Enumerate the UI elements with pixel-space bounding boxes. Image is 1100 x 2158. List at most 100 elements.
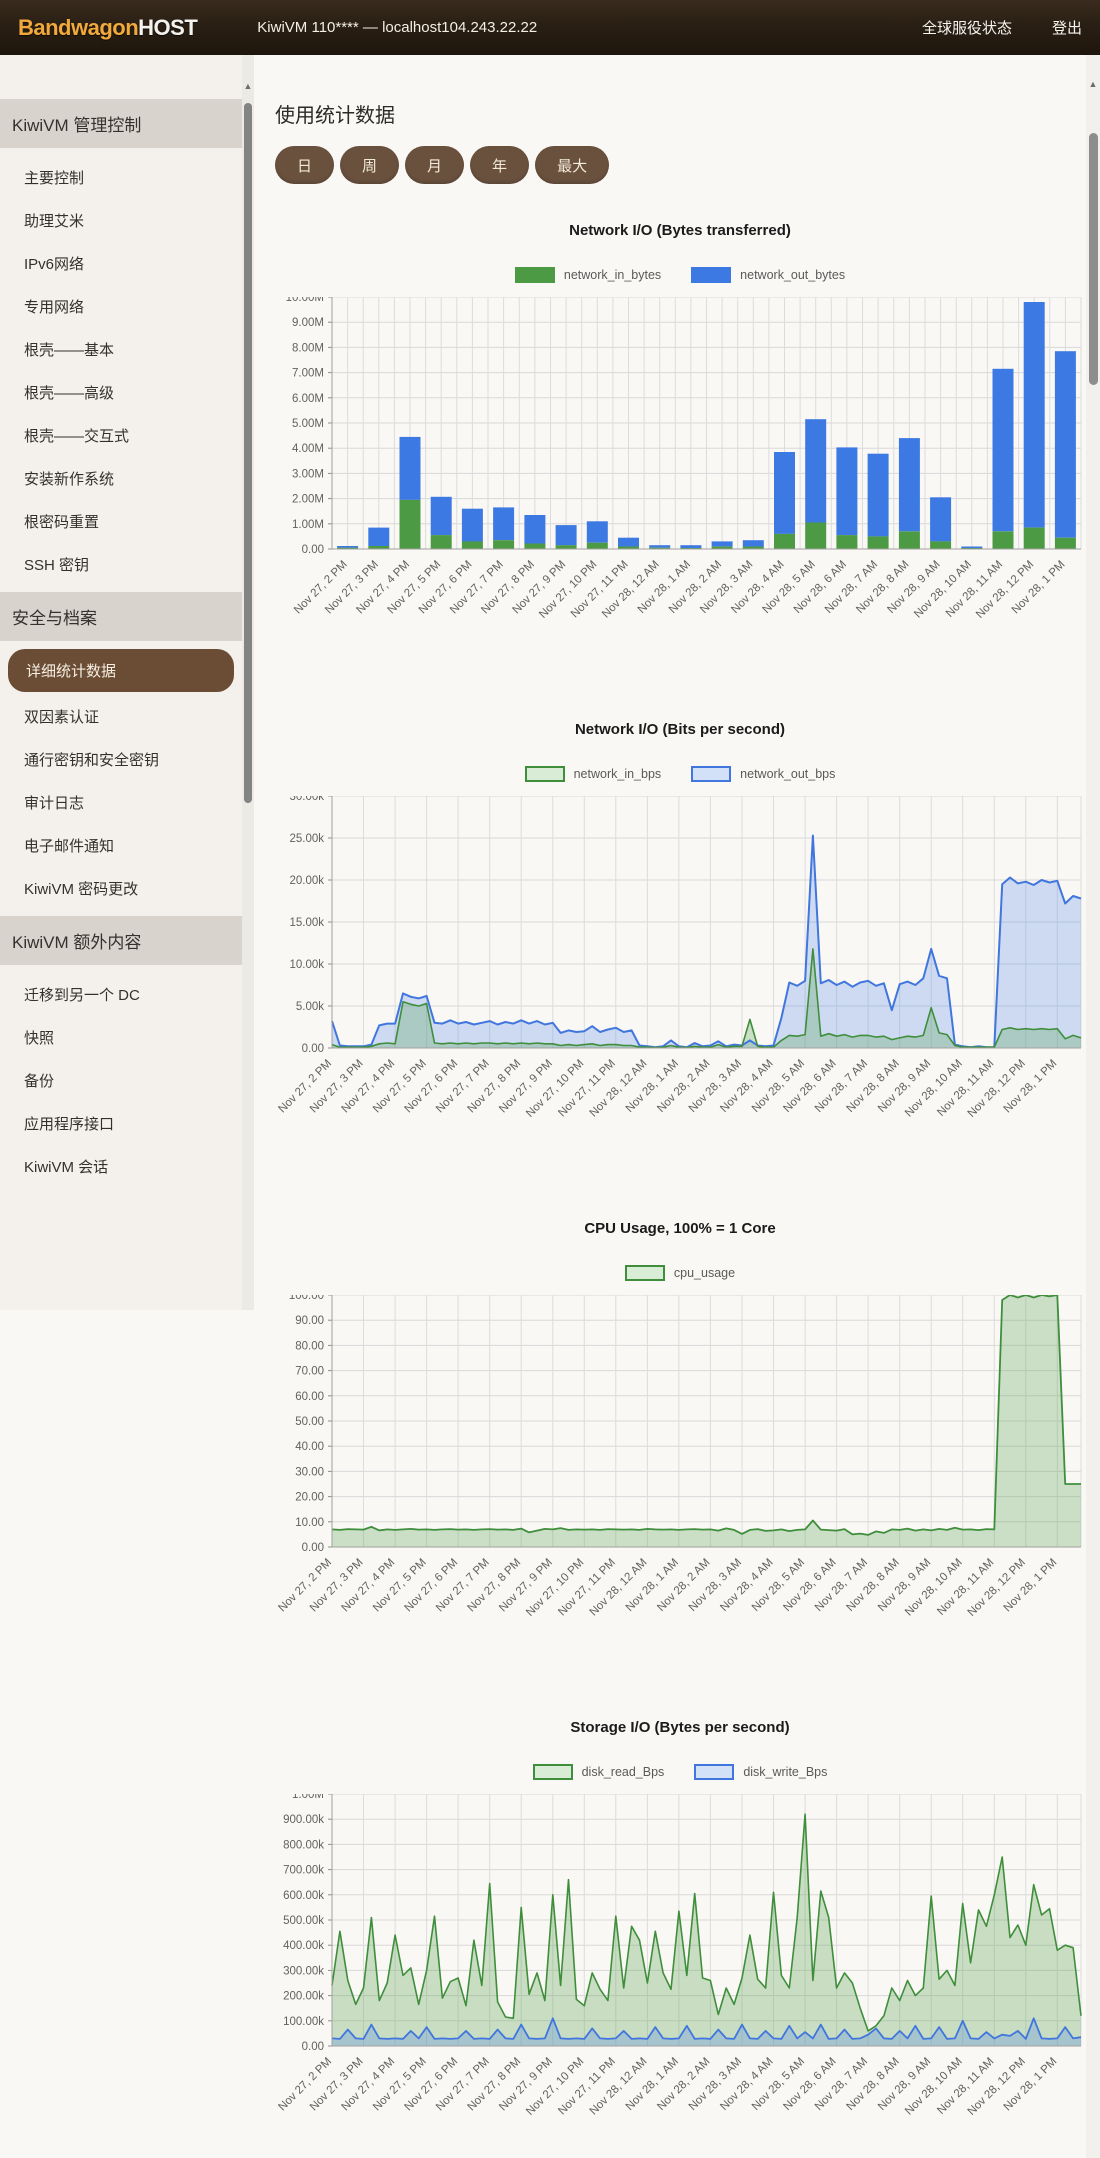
sidebar-item[interactable]: 专用网络 — [0, 285, 242, 328]
sidebar-item[interactable]: 通行密钥和安全密钥 — [0, 738, 242, 781]
svg-text:1.00M: 1.00M — [292, 519, 324, 531]
page-scrollbar-thumb[interactable] — [1089, 133, 1098, 385]
sidebar-item[interactable]: 迁移到另一个 DC — [0, 973, 242, 1016]
svg-text:Nov 27, 2 PM: Nov 27, 2 PM — [292, 559, 350, 617]
chart-plot: 1.00M900.00k800.00k700.00k600.00k500.00k… — [275, 1794, 1085, 2146]
chart-plot: 100.0090.0080.0070.0060.0050.0040.0030.0… — [275, 1295, 1085, 1647]
sidebar-item[interactable]: 根壳——高级 — [0, 371, 242, 414]
chart-net_bps: Network I/O (Bits per second)network_in_… — [275, 721, 1085, 1148]
svg-text:90.00: 90.00 — [295, 1315, 324, 1327]
sidebar-item[interactable]: 根密码重置 — [0, 500, 242, 543]
sidebar-item[interactable]: 电子邮件通知 — [0, 824, 242, 867]
sidebar-item[interactable]: 主要控制 — [0, 156, 242, 199]
svg-text:600.00k: 600.00k — [283, 1890, 324, 1902]
svg-text:100.00k: 100.00k — [283, 2016, 324, 2028]
range-button[interactable]: 日 — [275, 146, 334, 184]
sidebar-item[interactable]: 根壳——交互式 — [0, 414, 242, 457]
svg-text:25.00k: 25.00k — [289, 833, 324, 845]
sidebar-scroll-up-icon[interactable]: ▲ — [243, 81, 253, 91]
chart-cpu: CPU Usage, 100% = 1 Corecpu_usage100.009… — [275, 1220, 1085, 1647]
svg-text:6.00M: 6.00M — [292, 393, 324, 405]
svg-text:Nov 27, 2 PM: Nov 27, 2 PM — [276, 1058, 334, 1116]
sidebar-item-active[interactable]: 详细统计数据 — [8, 649, 234, 692]
header-links: 全球服役状态 登出 — [922, 17, 1082, 38]
legend-label: disk_write_Bps — [743, 1765, 827, 1779]
sidebar-nav: KiwiVM 管理控制主要控制助理艾米IPv6网络专用网络根壳——基本根壳——高… — [0, 55, 242, 1310]
svg-text:80.00: 80.00 — [295, 1340, 324, 1352]
legend-entry: disk_write_Bps — [694, 1764, 827, 1780]
sidebar-item[interactable]: 备份 — [0, 1059, 242, 1102]
svg-text:0.00: 0.00 — [302, 544, 324, 556]
page-scroll-up-icon[interactable]: ▲ — [1088, 79, 1098, 89]
legend-entry: cpu_usage — [625, 1265, 735, 1281]
legend-label: network_out_bytes — [740, 268, 845, 282]
legend-swatch-icon — [694, 1764, 734, 1780]
sidebar-item[interactable]: 应用程序接口 — [0, 1102, 242, 1145]
legend-swatch-icon — [625, 1265, 665, 1281]
page-scrollbar[interactable]: ▲ — [1086, 55, 1100, 2158]
sidebar-item[interactable]: 快照 — [0, 1016, 242, 1059]
svg-text:Nov 27, 11 PM: Nov 27, 11 PM — [556, 1557, 618, 1619]
svg-text:Nov 27, 11 PM: Nov 27, 11 PM — [556, 2056, 618, 2118]
legend-label: network_in_bytes — [564, 268, 661, 282]
svg-text:700.00k: 700.00k — [283, 1865, 324, 1877]
legend-entry: disk_read_Bps — [533, 1764, 665, 1780]
legend-entry: network_out_bps — [691, 766, 835, 782]
svg-text:1.00M: 1.00M — [292, 1794, 324, 1801]
chart-plot: 30.00k25.00k20.00k15.00k10.00k5.00k0.00N… — [275, 796, 1085, 1148]
chart-plot: 10.00M9.00M8.00M7.00M6.00M5.00M4.00M3.00… — [275, 297, 1085, 649]
sidebar-item[interactable]: 助理艾米 — [0, 199, 242, 242]
legend-label: network_out_bps — [740, 767, 835, 781]
chart-legend: network_in_bytes network_out_bytes — [275, 265, 1085, 285]
svg-text:15.00k: 15.00k — [289, 917, 324, 929]
legend-label: disk_read_Bps — [582, 1765, 665, 1779]
svg-text:900.00k: 900.00k — [283, 1814, 324, 1826]
sidebar-item[interactable]: 安装新作系统 — [0, 457, 242, 500]
chart-legend: network_in_bps network_out_bps — [275, 764, 1085, 784]
svg-text:0.00: 0.00 — [302, 1043, 324, 1055]
legend-swatch-icon — [515, 267, 555, 283]
range-button[interactable]: 月 — [405, 146, 464, 184]
sidebar-item[interactable]: SSH 密钥 — [0, 543, 242, 586]
legend-label: network_in_bps — [574, 767, 662, 781]
page-title: 使用统计数据 — [275, 99, 1085, 128]
svg-text:60.00: 60.00 — [295, 1391, 324, 1403]
range-button[interactable]: 周 — [340, 146, 399, 184]
svg-text:Nov 27, 11 PM: Nov 27, 11 PM — [556, 1058, 618, 1120]
svg-text:Nov 28, 10 AM: Nov 28, 10 AM — [903, 2056, 965, 2118]
sidebar-item[interactable]: KiwiVM 密码更改 — [0, 867, 242, 910]
sidebar-section-header: 安全与档案 — [0, 592, 242, 641]
svg-text:40.00: 40.00 — [295, 1441, 324, 1453]
sidebar-section-header: KiwiVM 管理控制 — [0, 99, 242, 148]
sidebar-item[interactable]: IPv6网络 — [0, 242, 242, 285]
sidebar-item[interactable]: KiwiVM 会话 — [0, 1145, 242, 1188]
charts: Network I/O (Bytes transferred)network_i… — [275, 222, 1085, 2146]
sidebar-scrollbar-thumb[interactable] — [244, 103, 252, 803]
svg-text:400.00k: 400.00k — [283, 1940, 324, 1952]
range-button[interactable]: 年 — [470, 146, 529, 184]
svg-text:2.00M: 2.00M — [292, 494, 324, 506]
sidebar-section-header: KiwiVM 额外内容 — [0, 916, 242, 965]
sidebar-item[interactable]: 双因素认证 — [0, 695, 242, 738]
global-status-link[interactable]: 全球服役状态 — [922, 17, 1012, 38]
logout-link[interactable]: 登出 — [1052, 17, 1082, 38]
svg-text:Nov 27, 2 PM: Nov 27, 2 PM — [276, 1557, 334, 1615]
chart-net_bytes: Network I/O (Bytes transferred)network_i… — [275, 222, 1085, 649]
bandwagonhost-logo[interactable]: BandwagonHOST — [18, 15, 197, 41]
svg-text:200.00k: 200.00k — [283, 1991, 324, 2003]
logo-bandwagon: Bandwagon — [18, 15, 138, 40]
sidebar-item[interactable]: 根壳——基本 — [0, 328, 242, 371]
svg-text:7.00M: 7.00M — [292, 368, 324, 380]
svg-text:8.00M: 8.00M — [292, 342, 324, 354]
sidebar-item[interactable]: 审计日志 — [0, 781, 242, 824]
chart-title: Storage I/O (Bytes per second) — [275, 1719, 1085, 1736]
vm-title: KiwiVM 110**** — localhost104.243.22.22 — [257, 19, 537, 36]
svg-text:0.00: 0.00 — [302, 2041, 324, 2053]
svg-text:800.00k: 800.00k — [283, 1839, 324, 1851]
legend-label: cpu_usage — [674, 1266, 735, 1280]
svg-text:5.00M: 5.00M — [292, 418, 324, 430]
range-button[interactable]: 最大 — [535, 146, 609, 184]
svg-text:0.00: 0.00 — [302, 1542, 324, 1554]
svg-text:3.00M: 3.00M — [292, 468, 324, 480]
range-buttons: 日周月年最大 — [275, 146, 1085, 184]
